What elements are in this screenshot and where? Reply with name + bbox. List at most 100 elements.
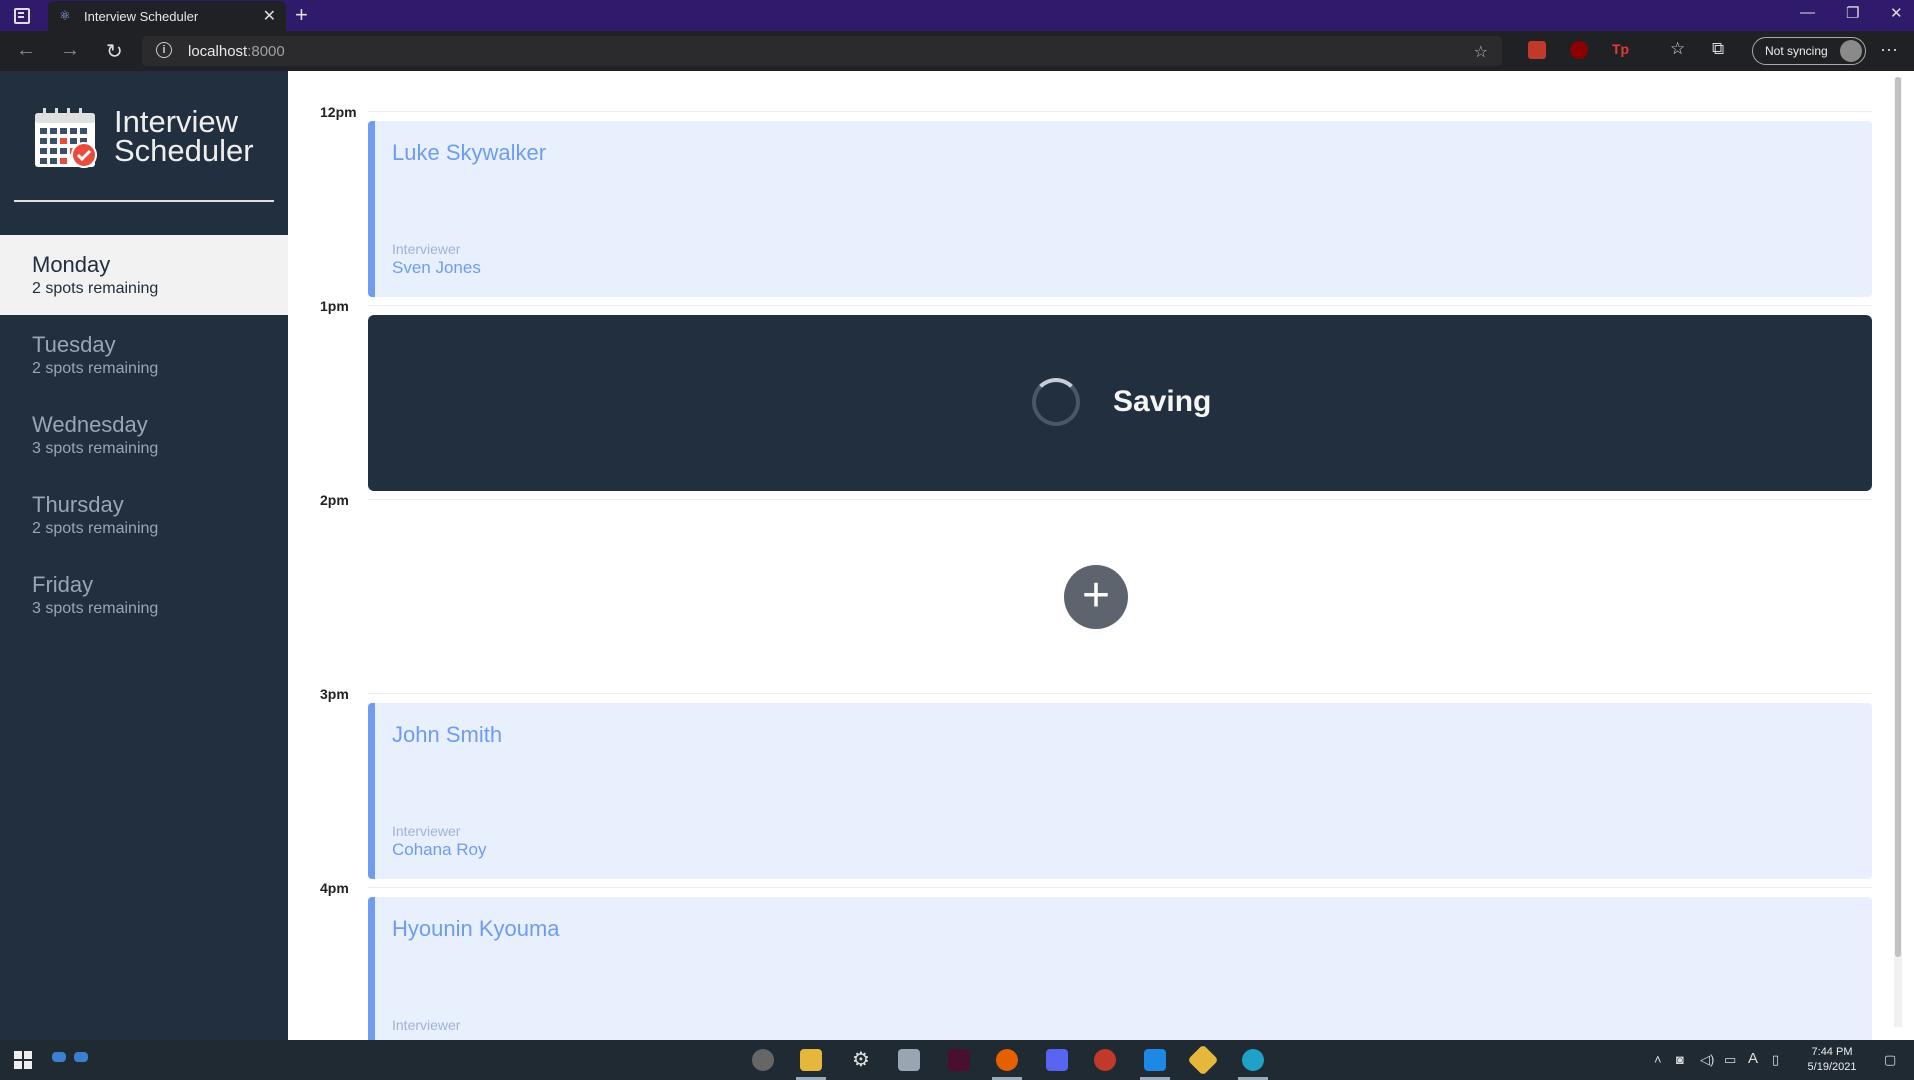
windows-start-icon[interactable] bbox=[14, 1051, 32, 1069]
edge-icon[interactable] bbox=[1242, 1049, 1264, 1071]
hour-divider bbox=[368, 499, 1872, 500]
minimize-icon[interactable]: — bbox=[1800, 4, 1815, 21]
time-label: 12pm bbox=[320, 104, 357, 120]
day-item-tuesday[interactable]: Tuesday 2 spots remaining bbox=[0, 315, 288, 395]
new-tab-icon[interactable]: + bbox=[295, 2, 308, 28]
scrollbar[interactable] bbox=[1894, 77, 1902, 1027]
day-spots: 2 spots remaining bbox=[32, 360, 159, 377]
saving-text: Saving bbox=[1113, 385, 1212, 418]
app-icon[interactable] bbox=[1094, 1049, 1116, 1071]
hour-divider bbox=[368, 887, 1872, 888]
day-name: Thursday bbox=[32, 492, 124, 517]
day-item-monday[interactable]: Monday 2 spots remaining bbox=[0, 235, 288, 315]
close-window-icon[interactable]: ✕ bbox=[1890, 4, 1903, 22]
taskbar-clock[interactable]: 7:44 PM 5/19/2021 bbox=[1802, 1045, 1862, 1075]
clock-date: 5/19/2021 bbox=[1807, 1061, 1857, 1073]
add-appointment-button[interactable]: + bbox=[1064, 565, 1128, 629]
appointment-card[interactable]: Luke Skywalker Interviewer Sven Jones bbox=[368, 121, 1872, 297]
browser-tab[interactable]: ⚛ Interview Scheduler ✕ bbox=[48, 1, 286, 31]
interview-scheduler-app: Interview Scheduler Monday 2 spots remai… bbox=[0, 71, 1914, 1040]
scrollbar-thumb[interactable] bbox=[1895, 77, 1901, 957]
tab-title: Interview Scheduler bbox=[84, 9, 199, 24]
sidebar: Interview Scheduler Monday 2 spots remai… bbox=[0, 71, 288, 1040]
forward-icon[interactable]: → bbox=[60, 39, 80, 62]
day-item-thursday[interactable]: Thursday 2 spots remaining bbox=[0, 475, 288, 555]
app-icon[interactable] bbox=[898, 1049, 920, 1071]
day-name: Wednesday bbox=[32, 412, 148, 437]
day-spots: 2 spots remaining bbox=[32, 520, 159, 537]
file-explorer-icon[interactable] bbox=[800, 1049, 822, 1071]
clock-time: 7:44 PM bbox=[1811, 1046, 1853, 1058]
avatar bbox=[1840, 40, 1862, 62]
address-bar[interactable]: i localhost:8000 ☆ bbox=[142, 36, 1502, 66]
hour-divider bbox=[368, 305, 1872, 306]
interviewer-label: Interviewer bbox=[392, 1017, 461, 1033]
site-info-icon[interactable]: i bbox=[156, 42, 172, 58]
brand-line-1: Interview bbox=[114, 104, 239, 139]
battery-icon[interactable]: ▯ bbox=[1772, 1052, 1779, 1068]
day-name: Tuesday bbox=[32, 332, 116, 357]
settings-icon[interactable]: ⚙ bbox=[850, 1049, 872, 1071]
collections-icon[interactable]: ⧉ bbox=[1712, 39, 1724, 59]
time-label: 2pm bbox=[320, 492, 349, 508]
task-view-icon[interactable] bbox=[52, 1052, 66, 1062]
browser-titlebar: ⚛ Interview Scheduler ✕ + — ❐ ✕ bbox=[0, 0, 1914, 31]
day-name: Monday bbox=[32, 252, 111, 277]
app-brand: Interview Scheduler bbox=[114, 104, 254, 168]
discord-icon[interactable] bbox=[1046, 1049, 1068, 1071]
volume-icon[interactable]: ◁) bbox=[1700, 1052, 1714, 1068]
widgets-icon[interactable] bbox=[74, 1052, 88, 1062]
interviewer-label: Interviewer bbox=[392, 823, 461, 839]
sync-label: Not syncing bbox=[1765, 44, 1828, 58]
day-list: Monday 2 spots remaining Tuesday 2 spots… bbox=[0, 235, 288, 635]
back-icon[interactable]: ← bbox=[16, 39, 36, 62]
network-icon[interactable]: ▭ bbox=[1724, 1052, 1736, 1068]
schedule: 12pm Luke Skywalker Interviewer Sven Jon… bbox=[288, 71, 1904, 1040]
day-spots: 3 spots remaining bbox=[32, 440, 159, 457]
refresh-icon[interactable]: ↻ bbox=[106, 39, 123, 64]
window-menu-icon[interactable] bbox=[14, 8, 30, 24]
brand-line-2: Scheduler bbox=[114, 133, 254, 168]
app-diamond-icon[interactable] bbox=[1187, 1044, 1219, 1076]
hour-divider bbox=[368, 111, 1872, 112]
day-item-wednesday[interactable]: Wednesday 3 spots remaining bbox=[0, 395, 288, 475]
browser-toolbar: ← → ↻ i localhost:8000 ☆ Tp ☆ ⧉ Not sync… bbox=[0, 31, 1914, 71]
restore-icon[interactable]: ❐ bbox=[1846, 4, 1859, 22]
vscode-icon[interactable] bbox=[1144, 1049, 1166, 1071]
tray-chevron-icon[interactable]: ˄ bbox=[1654, 1052, 1662, 1067]
extension-tp-icon[interactable]: Tp bbox=[1612, 41, 1630, 59]
ublock-extension-icon[interactable] bbox=[1570, 41, 1588, 59]
loading-spinner-icon bbox=[1032, 378, 1080, 426]
time-label: 4pm bbox=[320, 880, 349, 896]
student-name: Luke Skywalker bbox=[392, 140, 547, 165]
calendar-logo-icon bbox=[35, 108, 97, 168]
more-menu-icon[interactable]: ··· bbox=[1880, 39, 1898, 60]
day-item-friday[interactable]: Friday 3 spots remaining bbox=[0, 555, 288, 635]
tray-gamepad-icon[interactable]: ◙ bbox=[1676, 1052, 1684, 1067]
favorites-icon[interactable]: ☆ bbox=[1670, 39, 1685, 59]
firefox-icon[interactable] bbox=[996, 1049, 1018, 1071]
app-sphere-icon[interactable] bbox=[752, 1049, 774, 1071]
day-spots: 2 spots remaining bbox=[32, 280, 159, 297]
day-spots: 3 spots remaining bbox=[32, 600, 159, 617]
profile-sync-button[interactable]: Not syncing bbox=[1752, 37, 1866, 65]
add-favorite-icon[interactable]: ☆ bbox=[1474, 42, 1488, 62]
extension-icon[interactable] bbox=[1528, 41, 1546, 59]
url-text: localhost:8000 bbox=[188, 43, 285, 60]
day-name: Friday bbox=[32, 572, 94, 597]
input-language-icon[interactable]: A bbox=[1748, 1050, 1758, 1067]
student-name: John Smith bbox=[392, 722, 503, 747]
hour-divider bbox=[368, 693, 1872, 694]
interviewer-label: Interviewer bbox=[392, 241, 461, 257]
time-label: 1pm bbox=[320, 298, 349, 314]
interviewer-name: Cohana Roy bbox=[392, 840, 487, 859]
notifications-icon[interactable]: ▢ bbox=[1884, 1052, 1896, 1068]
app-v-icon[interactable] bbox=[948, 1049, 970, 1071]
saving-status: Saving bbox=[368, 315, 1872, 491]
react-favicon-icon: ⚛ bbox=[59, 8, 71, 23]
interviewer-name: Sven Jones bbox=[392, 258, 481, 277]
appointment-card[interactable]: John Smith Interviewer Cohana Roy bbox=[368, 703, 1872, 879]
student-name: Hyounin Kyouma bbox=[392, 916, 560, 941]
appointment-card[interactable]: Hyounin Kyouma Interviewer bbox=[368, 897, 1872, 1040]
tab-close-icon[interactable]: ✕ bbox=[263, 6, 276, 26]
